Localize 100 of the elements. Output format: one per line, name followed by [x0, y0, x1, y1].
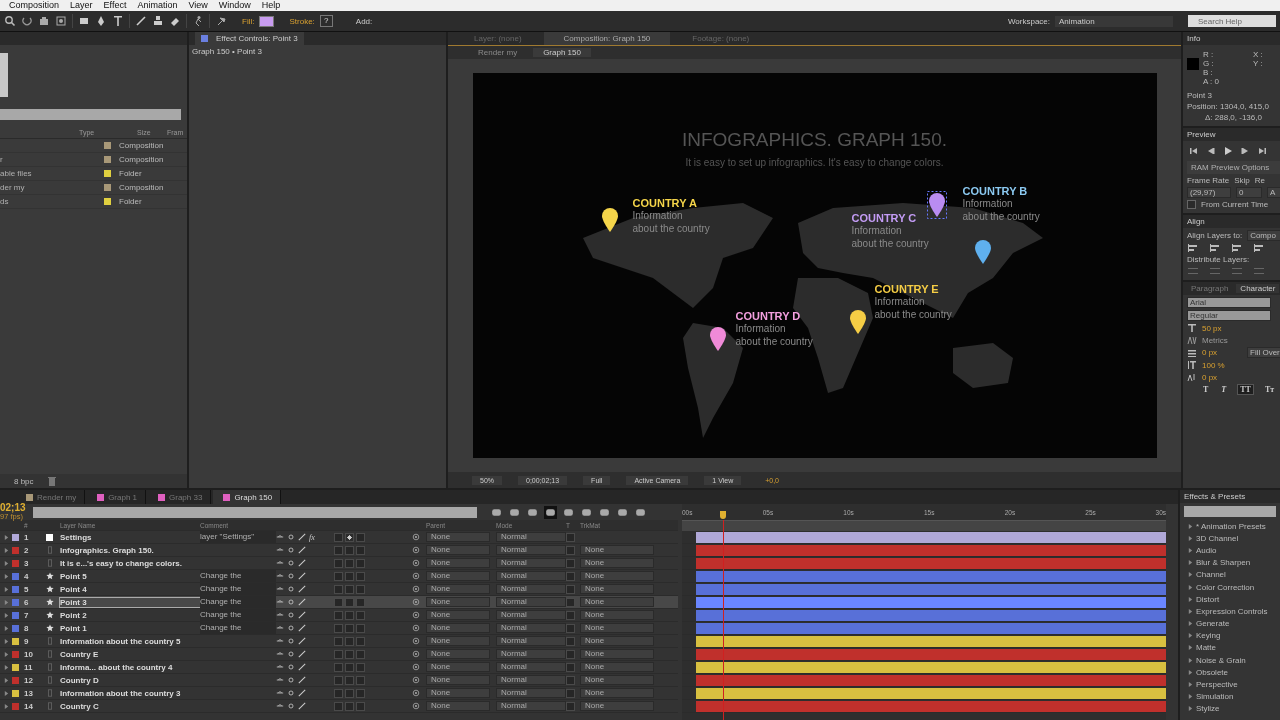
shy-icon[interactable] [276, 598, 284, 606]
effect-switch[interactable]: fx [309, 532, 319, 542]
label-swatch[interactable] [12, 637, 19, 645]
layer-row[interactable]: 2 Infographics. Graph 150. None Normal None [0, 544, 678, 557]
label-swatch[interactable] [12, 689, 19, 697]
kerning-value[interactable]: Metrics [1202, 335, 1242, 345]
expand-icon[interactable] [4, 573, 9, 579]
info-tab[interactable]: Info [1187, 34, 1201, 43]
parent-dropdown[interactable]: None [426, 649, 490, 659]
project-item-name[interactable]: ds [0, 197, 104, 206]
track-matte-dropdown[interactable]: None [580, 597, 654, 607]
align-icon[interactable] [1187, 243, 1199, 253]
layer-duration-bar[interactable] [696, 661, 1166, 673]
layer-duration-bar[interactable] [696, 596, 1166, 608]
timeline-switch-icon[interactable] [544, 505, 557, 519]
switch-box[interactable] [345, 571, 354, 581]
stroke-mode-dropdown[interactable]: Fill Over [1247, 347, 1280, 358]
menu-item[interactable]: Composition [9, 0, 60, 11]
effect-category[interactable]: Perspective [1196, 680, 1238, 690]
type-tool-icon[interactable] [112, 15, 124, 27]
shy-icon[interactable] [276, 676, 284, 684]
shy-icon[interactable] [276, 650, 284, 658]
text-style-button[interactable]: T [1201, 385, 1211, 394]
layer-duration-bar[interactable] [696, 635, 1166, 647]
switch-box[interactable] [345, 662, 354, 672]
orbit-icon[interactable] [55, 15, 67, 27]
menu-item[interactable]: Animation [137, 0, 178, 11]
expand-icon[interactable] [4, 534, 9, 540]
menu-item[interactable]: Effect [103, 0, 127, 11]
expand-icon[interactable] [4, 625, 9, 631]
map-pin[interactable] [926, 191, 947, 219]
shy-icon[interactable] [276, 533, 284, 541]
switch-box[interactable] [345, 649, 354, 659]
checkbox[interactable] [1187, 200, 1196, 209]
bit-depth-button[interactable]: 8 bpc [14, 476, 34, 486]
rotate-icon[interactable] [21, 15, 33, 27]
baseline-shift-value[interactable]: 0 px [1202, 372, 1242, 382]
switch-box[interactable] [356, 532, 365, 542]
camera-icon[interactable] [38, 15, 50, 27]
map-pin[interactable] [847, 308, 868, 336]
switch-box[interactable] [334, 571, 343, 581]
effect-category[interactable]: * Animation Presets [1196, 521, 1266, 531]
layer-duration-bar[interactable] [696, 570, 1166, 582]
frame-rate-dropdown[interactable]: (29,97) [1187, 187, 1231, 198]
trash-icon[interactable] [45, 475, 58, 487]
shy-icon[interactable] [276, 611, 284, 619]
effect-category[interactable]: Stylize [1196, 704, 1220, 714]
switch-box[interactable] [345, 623, 354, 633]
next-frame-icon[interactable] [1240, 146, 1250, 156]
effect-category[interactable]: Channel [1196, 570, 1226, 580]
switch-box[interactable] [345, 636, 354, 646]
layer-duration-bar[interactable] [696, 609, 1166, 621]
shy-icon[interactable] [276, 585, 284, 593]
switch-box[interactable] [356, 558, 365, 568]
mode-dropdown[interactable]: Normal [496, 532, 566, 542]
switch-box[interactable] [334, 623, 343, 633]
switch-box[interactable] [334, 662, 343, 672]
layer-row[interactable]: 4 Point 5 Change the None Normal None [0, 570, 678, 583]
layer-name[interactable]: It is e...'s easy to change colors. [60, 558, 200, 568]
layer-row[interactable]: 8 Point 1 Change the None Normal None [0, 622, 678, 635]
switch-box[interactable] [345, 545, 354, 555]
align-icon[interactable] [1209, 243, 1221, 253]
font-dropdown[interactable]: Arial [1187, 297, 1271, 308]
switch-box[interactable] [334, 597, 343, 607]
mode-dropdown[interactable]: Normal [496, 675, 566, 685]
distribute-icon[interactable] [1209, 266, 1221, 276]
mode-dropdown[interactable]: Normal [496, 610, 566, 620]
timeline-tab[interactable]: Graph 33 [148, 490, 212, 504]
parent-dropdown[interactable]: None [426, 688, 490, 698]
track-matte-dropdown[interactable]: None [580, 558, 654, 568]
layer-name[interactable]: Point 2 [60, 610, 200, 620]
mode-dropdown[interactable]: Normal [496, 688, 566, 698]
layer-name[interactable]: Informa... about the country 4 [60, 662, 200, 672]
parent-dropdown[interactable]: None [426, 623, 490, 633]
parent-dropdown[interactable]: None [426, 675, 490, 685]
label-swatch[interactable] [12, 624, 19, 632]
font-style-dropdown[interactable]: Regular [1187, 310, 1271, 321]
track-matte-dropdown[interactable]: None [580, 688, 654, 698]
layer-comment[interactable]: Change the [200, 622, 276, 634]
layer-row[interactable]: 9 Information about the country 5 None Normal None [0, 635, 678, 648]
track-matte-dropdown[interactable]: None [580, 571, 654, 581]
switch-box[interactable] [356, 701, 365, 711]
switch-box[interactable] [345, 532, 354, 542]
shy-icon[interactable] [276, 624, 284, 632]
track-matte-dropdown[interactable]: None [580, 675, 654, 685]
layer-name[interactable]: Settings [60, 532, 200, 542]
skip-dropdown[interactable]: 0 [1236, 187, 1262, 198]
mode-dropdown[interactable]: Normal [496, 597, 566, 607]
switch-box[interactable] [356, 675, 365, 685]
parent-dropdown[interactable]: None [426, 545, 490, 555]
layer-comment[interactable]: Change the [200, 583, 276, 595]
current-time[interactable]: 02;13 [0, 503, 28, 513]
expand-icon[interactable] [4, 547, 9, 553]
switch-box[interactable] [356, 636, 365, 646]
parent-dropdown[interactable]: None [426, 610, 490, 620]
layer-row[interactable]: 1 Settings layer "Settings" fx None Normal [0, 531, 678, 544]
switch-box[interactable] [345, 675, 354, 685]
layer-name[interactable]: Information about the country 3 [60, 688, 200, 698]
label-swatch[interactable] [12, 702, 19, 710]
parent-dropdown[interactable]: None [426, 532, 490, 542]
